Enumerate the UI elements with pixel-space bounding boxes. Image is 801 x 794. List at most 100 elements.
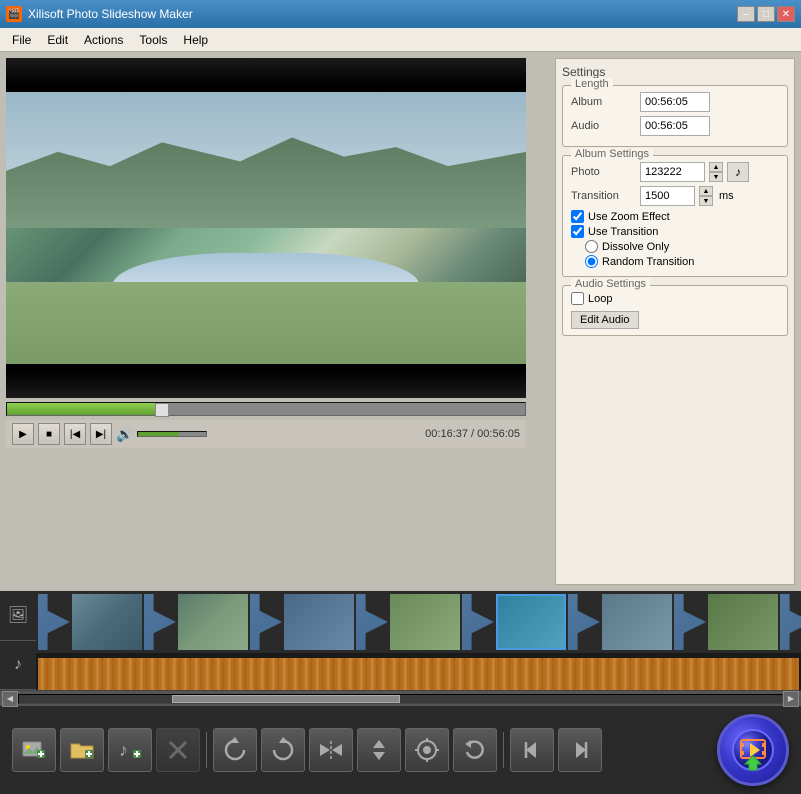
prev-button[interactable] [510, 728, 554, 772]
app-icon: 🎬 [6, 6, 22, 22]
separator-2 [503, 732, 504, 768]
photo-spin-down[interactable]: ▼ [709, 172, 723, 182]
album-length-input[interactable] [640, 92, 710, 112]
random-transition-label: Random Transition [602, 256, 694, 268]
transition-input[interactable] [640, 186, 695, 206]
audio-track-label: ♪ [0, 641, 36, 691]
sort-button[interactable] [357, 728, 401, 772]
music-note-button[interactable]: ♪ [727, 162, 749, 182]
random-transition-radio[interactable] [585, 255, 598, 268]
menu-tools[interactable]: Tools [131, 31, 175, 49]
track-content [36, 591, 801, 690]
length-group: Length Album Audio [562, 85, 788, 147]
transition-arrow-1 [144, 594, 176, 650]
make-movie-button[interactable] [717, 714, 789, 786]
rotate-cw-button[interactable] [261, 728, 305, 772]
timeline-scrollbar: ◀ ▶ [0, 690, 801, 706]
rotate-ccw-button[interactable] [213, 728, 257, 772]
bottom-toolbar: ♪ [0, 706, 801, 794]
undo-button[interactable] [453, 728, 497, 772]
transition-arrow-2 [250, 594, 282, 650]
transition-label: Transition [571, 190, 636, 202]
next-button[interactable] [558, 728, 602, 772]
random-transition-row: Random Transition [585, 255, 779, 268]
photo-thumb-4[interactable] [390, 594, 460, 650]
menu-help[interactable]: Help [175, 31, 216, 49]
menu-file[interactable]: File [4, 31, 39, 49]
album-length-label: Album [571, 96, 636, 108]
photo-thumb-5[interactable] [496, 594, 566, 650]
settings-title: Settings [562, 65, 788, 79]
sort-icon [365, 736, 393, 764]
stop-button[interactable]: ■ [38, 423, 60, 445]
audio-settings-title: Audio Settings [571, 278, 650, 290]
volume-slider[interactable] [137, 431, 207, 437]
maximize-button[interactable]: □ [757, 6, 775, 22]
effects-button[interactable] [405, 728, 449, 772]
close-button[interactable]: ✕ [777, 6, 795, 22]
audio-waveform [38, 658, 799, 690]
loop-row: Loop [571, 292, 779, 305]
transition-arrow-5 [568, 594, 600, 650]
photo-thumb-2[interactable] [178, 594, 248, 650]
loop-checkbox[interactable] [571, 292, 584, 305]
photo-thumb-6[interactable] [602, 594, 672, 650]
photo-input[interactable] [640, 162, 705, 182]
svg-text:♪: ♪ [119, 740, 128, 760]
menu-edit[interactable]: Edit [39, 31, 76, 49]
add-music-button[interactable]: ♪ [108, 728, 152, 772]
flip-icon [317, 736, 345, 764]
progress-thumb[interactable] [155, 403, 169, 417]
playback-controls: ▶ ■ |◀ ▶| 🔊 00:16:37 / 00:56:05 [6, 420, 526, 448]
audio-track[interactable] [36, 653, 801, 690]
transition-spin-up[interactable]: ▲ [699, 186, 713, 196]
add-folder-button[interactable] [60, 728, 104, 772]
next-frame-button[interactable]: ▶| [90, 423, 112, 445]
transition-arrow-4 [462, 594, 494, 650]
video-preview-inner [6, 58, 526, 398]
add-photos-button[interactable] [12, 728, 56, 772]
photo-spin-up[interactable]: ▲ [709, 162, 723, 172]
audio-length-label: Audio [571, 120, 636, 132]
audio-length-row: Audio [571, 116, 779, 136]
photo-track[interactable] [36, 591, 801, 653]
delete-button[interactable] [156, 728, 200, 772]
scrollbar-track[interactable] [18, 694, 783, 704]
volume-icon: 🔊 [116, 426, 133, 443]
scroll-left-button[interactable]: ◀ [2, 691, 18, 707]
photo-spin-buttons: ▲ ▼ [709, 162, 723, 182]
flip-button[interactable] [309, 728, 353, 772]
timeline-tracks: 🖼 ♪ [0, 591, 801, 690]
scrollbar-thumb[interactable] [172, 695, 401, 703]
time-total: 00:56:05 [477, 428, 520, 440]
transition-row: Transition ▲ ▼ ms [571, 186, 779, 206]
edit-audio-button[interactable]: Edit Audio [571, 311, 639, 329]
zoom-effect-checkbox[interactable] [571, 210, 584, 223]
length-group-title: Length [571, 78, 613, 90]
transition-arrow-6 [674, 594, 706, 650]
prev-frame-button[interactable]: |◀ [64, 423, 86, 445]
dissolve-only-radio[interactable] [585, 240, 598, 253]
menu-actions[interactable]: Actions [76, 31, 131, 49]
use-transition-checkbox[interactable] [571, 225, 584, 238]
dissolve-only-label: Dissolve Only [602, 241, 669, 253]
minimize-button[interactable]: – [737, 6, 755, 22]
video-ground [6, 282, 526, 364]
undo-icon [461, 736, 489, 764]
play-button[interactable]: ▶ [12, 423, 34, 445]
seek-bar[interactable] [6, 402, 526, 416]
title-bar: 🎬 Xilisoft Photo Slideshow Maker – □ ✕ [0, 0, 801, 28]
transition-arrow-3 [356, 594, 388, 650]
photo-thumb-3[interactable] [284, 594, 354, 650]
window-title: Xilisoft Photo Slideshow Maker [28, 7, 737, 21]
photo-thumb-7[interactable] [708, 594, 778, 650]
use-transition-row: Use Transition [571, 225, 779, 238]
loop-label: Loop [588, 293, 612, 305]
transition-spin-down[interactable]: ▼ [699, 196, 713, 206]
rotate-ccw-icon [221, 736, 249, 764]
scroll-right-button[interactable]: ▶ [783, 691, 799, 707]
zoom-effect-row: Use Zoom Effect [571, 210, 779, 223]
audio-length-input[interactable] [640, 116, 710, 136]
photo-label: Photo [571, 166, 636, 178]
photo-thumb-1[interactable] [72, 594, 142, 650]
